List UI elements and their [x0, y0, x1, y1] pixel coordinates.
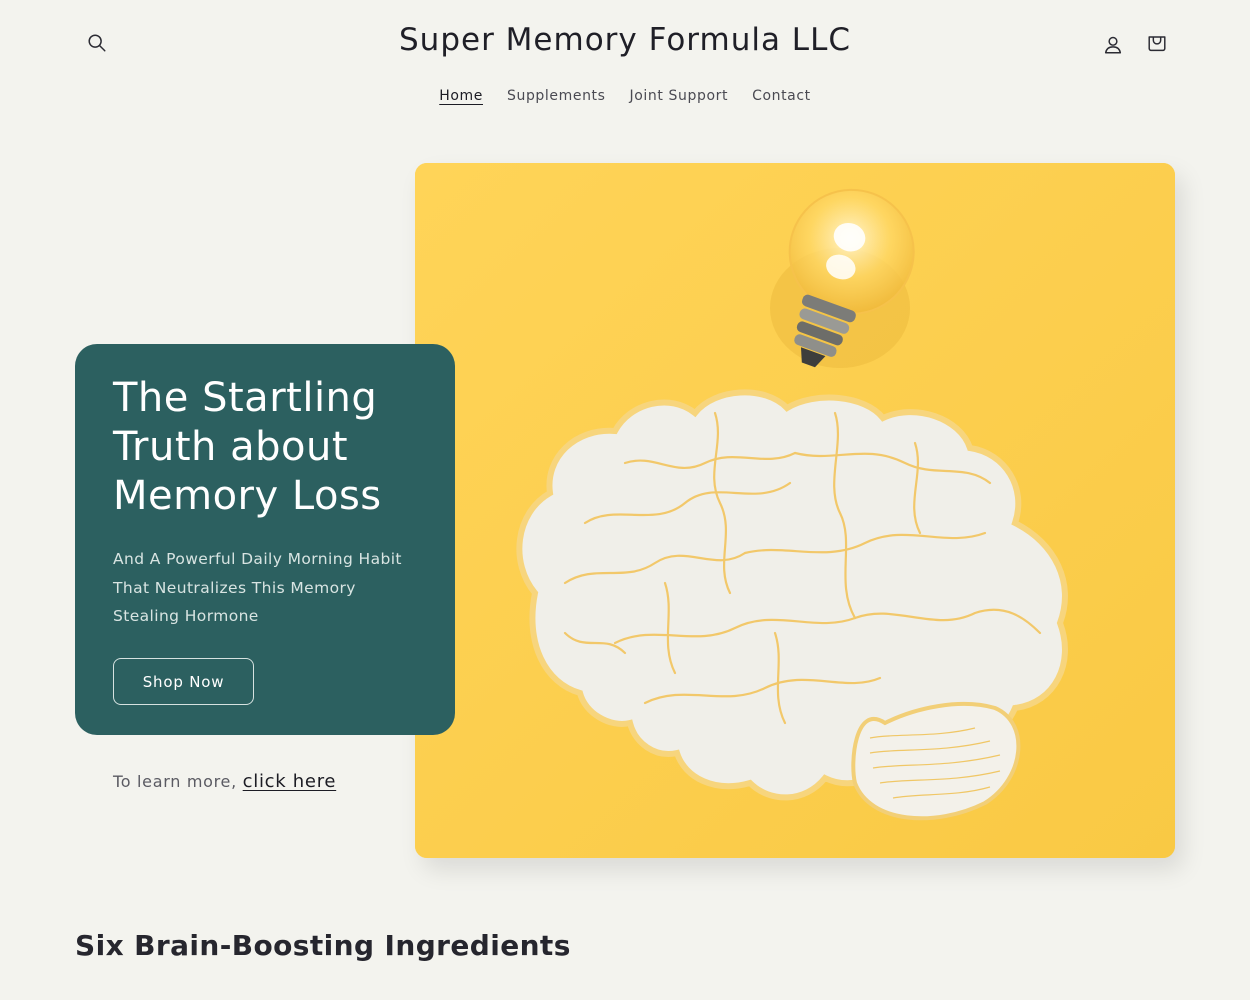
hero-title-line: Memory Loss: [113, 473, 382, 519]
hero-title-line: Truth about: [113, 424, 349, 470]
shop-now-button[interactable]: Shop Now: [113, 658, 254, 705]
hero-subtitle: And A Powerful Daily Morning Habit That …: [113, 545, 413, 631]
hero-subtitle-line: That Neutralizes This Memory: [113, 578, 356, 597]
hero-image: [415, 163, 1175, 858]
main-nav: Home Supplements Joint Support Contact: [0, 88, 1250, 104]
nav-item-supplements[interactable]: Supplements: [507, 88, 606, 104]
lightbulb-brain-illustration: [415, 163, 1175, 858]
cart-icon[interactable]: [1143, 29, 1171, 57]
account-icon[interactable]: [1099, 31, 1127, 59]
nav-item-contact[interactable]: Contact: [752, 88, 811, 104]
site-header: Super Memory Formula LLC Home Supplement…: [0, 0, 1250, 130]
nav-item-home[interactable]: Home: [439, 88, 483, 104]
hero-title: The Startling Truth about Memory Loss: [113, 374, 417, 521]
learn-more-text: To learn more, click here: [113, 771, 336, 792]
hero-subtitle-line: Stealing Hormone: [113, 607, 259, 625]
hero-title-line: The Startling: [113, 375, 378, 421]
nav-item-joint-support[interactable]: Joint Support: [630, 88, 729, 104]
section-title: Six Brain-Boosting Ingredients: [75, 929, 571, 962]
store-title[interactable]: Super Memory Formula LLC: [0, 22, 1250, 58]
learn-more-prefix: To learn more,: [113, 772, 243, 791]
hero-card: The Startling Truth about Memory Loss An…: [75, 344, 455, 735]
click-here-link[interactable]: click here: [243, 771, 337, 792]
hero-subtitle-line: And A Powerful Daily Morning Habit: [113, 550, 402, 568]
